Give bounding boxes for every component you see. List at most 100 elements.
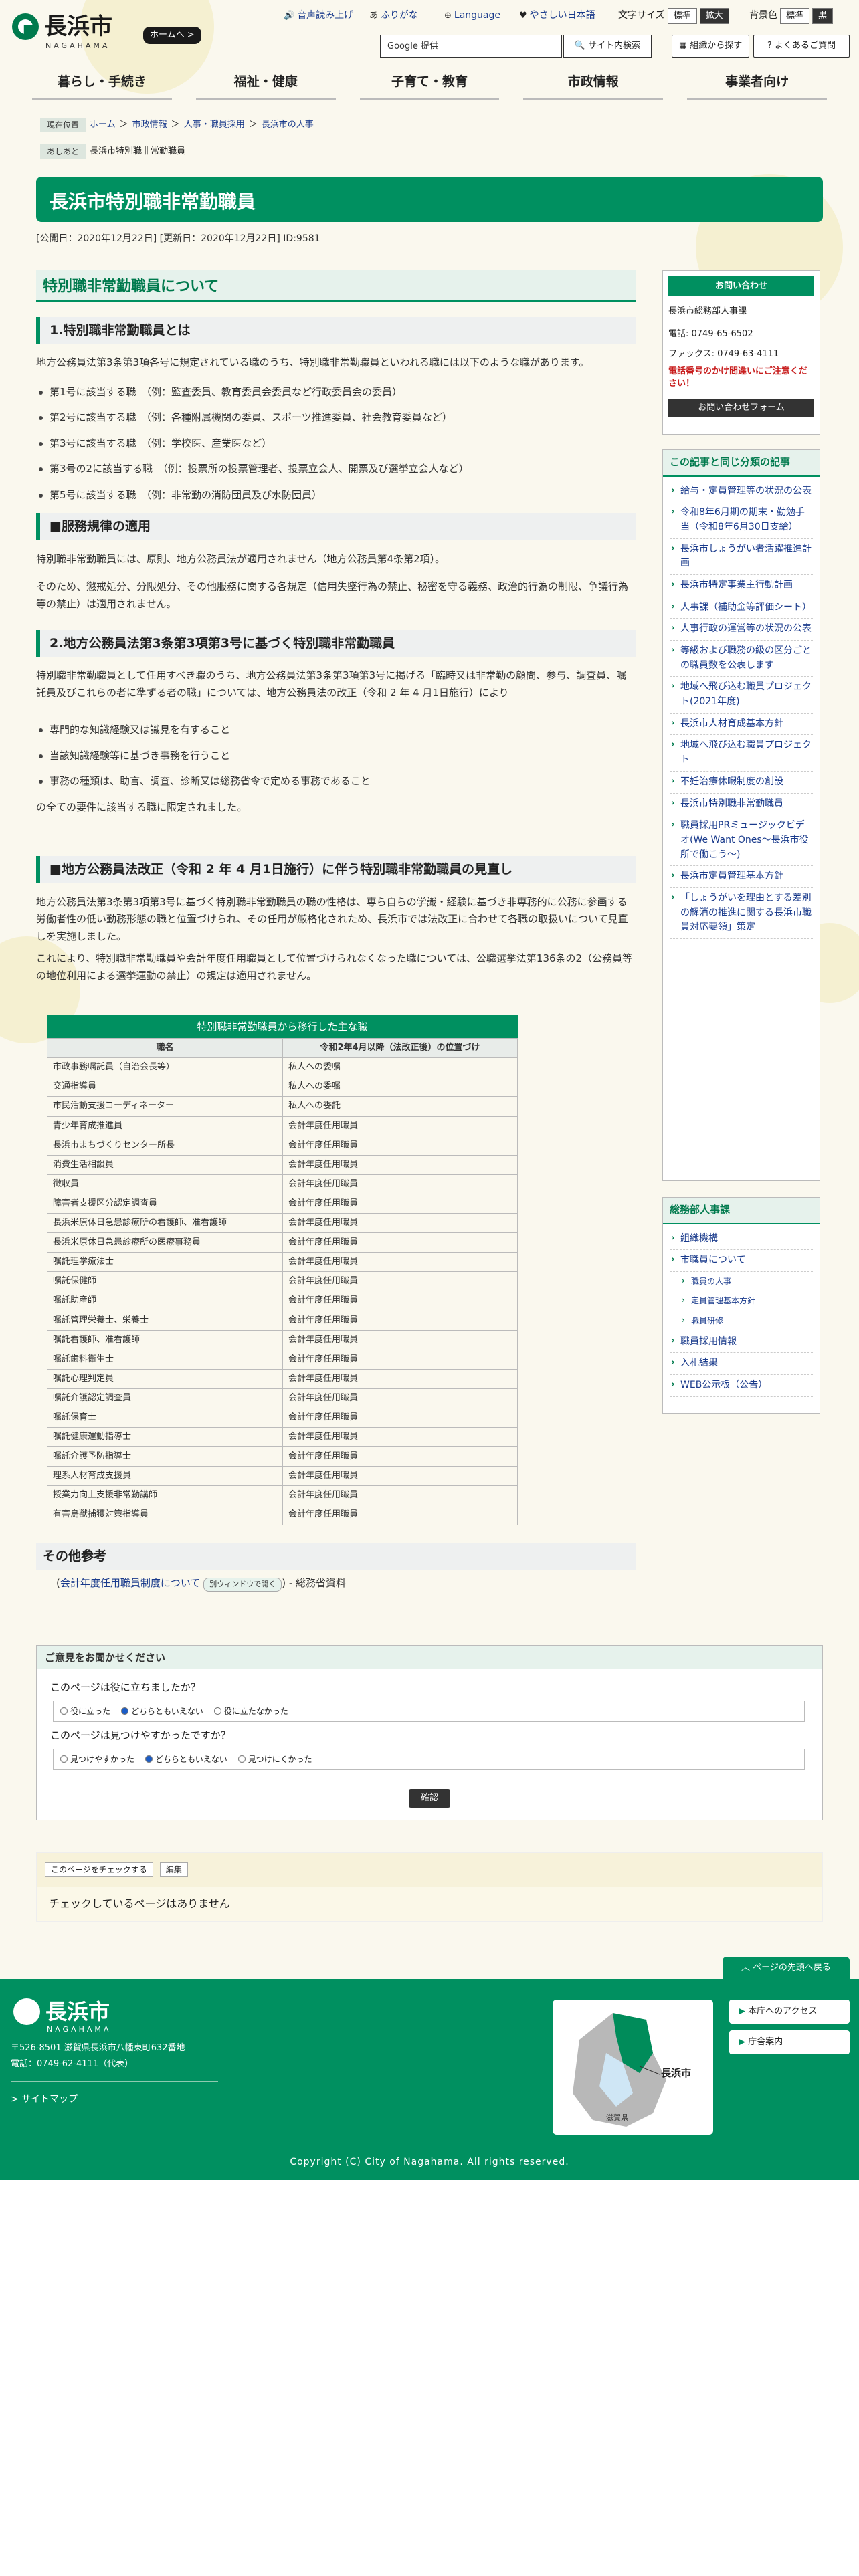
related-article[interactable]: 長浜市しょうがい者活躍推進計画 — [670, 539, 813, 575]
dept-link-label[interactable]: 職員研修 — [691, 1316, 723, 1325]
breadcrumb-personnel[interactable]: 人事・職員採用 — [184, 118, 245, 132]
dept-link-label[interactable]: 職員採用情報 — [680, 1336, 737, 1347]
font-standard-button[interactable]: 標準 — [667, 8, 697, 25]
dept-link[interactable]: WEB公示板（公告） — [670, 1375, 813, 1397]
org-search-button[interactable]: ▦ 組織から探す — [672, 35, 749, 58]
dept-link-label[interactable]: 市職員について — [680, 1255, 746, 1265]
paragraph: 地方公務員法第3条第3項第3号に基づく特別職非常勤職員の職の性格は、専ら自らの学… — [36, 895, 628, 942]
related-article[interactable]: 長浜市特定事業主行動計画 — [670, 575, 813, 597]
dept-link[interactable]: 組織機構 — [670, 1228, 813, 1251]
related-article-link[interactable]: 地域へ飛び込む職員プロジェクト(2021年度) — [680, 681, 812, 707]
bg-black-button[interactable]: 黒 — [812, 8, 834, 25]
easy-japanese-link[interactable]: ♥ やさしい日本語 — [519, 8, 595, 24]
gnav-item-citygov[interactable]: 市政情報 — [523, 67, 664, 100]
logo-subtitle: NAGAHAMA — [45, 41, 110, 50]
dept-link-label[interactable]: 組織機構 — [680, 1233, 718, 1244]
office-guide-button[interactable]: ▶ 庁舎案内 — [729, 2030, 850, 2054]
site-search-button[interactable]: 🔍 サイト内検索 — [563, 35, 652, 58]
dept-link[interactable]: 入札結果 — [670, 1353, 813, 1376]
related-article-link[interactable]: 給与・定員管理等の状況の公表 — [680, 486, 812, 496]
table-row: 市民活動支援コーディネーター 私人への委託 — [47, 1096, 518, 1117]
subsection-heading: ■服務規律の適用 — [36, 513, 636, 540]
related-article-link[interactable]: 職員採用PRミュージックビデオ(We Want Ones〜長浜市役所で働こう〜) — [680, 820, 809, 859]
related-article[interactable]: 長浜市定員管理基本方針 — [670, 866, 813, 888]
related-article[interactable]: 給与・定員管理等の状況の公表 — [670, 481, 813, 503]
globe-icon: ⊕ — [444, 10, 452, 21]
related-article-link[interactable]: 長浜市人材育成基本方針 — [680, 718, 783, 729]
furigana-link[interactable]: あふりがな — [369, 8, 418, 24]
related-article-link[interactable]: 人事行政の運営等の状況の公表 — [680, 623, 812, 634]
related-article-link[interactable]: 地域へ飛び込む職員プロジェクト — [680, 740, 812, 765]
breadcrumb-citygov[interactable]: 市政情報 — [132, 118, 167, 132]
gnav-item-business[interactable]: 事業者向け — [687, 67, 827, 100]
dept-link-label[interactable]: 定員管理基本方針 — [691, 1296, 755, 1305]
site-logo[interactable]: 長浜市 — [12, 13, 112, 40]
related-article[interactable]: 「しょうがいを理由とする差別の解消の推進に関する長浜市職員対応要領」策定 — [670, 888, 813, 939]
voice-reader-link[interactable]: 🔊 音声読み上げ — [284, 8, 353, 24]
related-article[interactable]: 等級および職務の級の区分ごとの職員数を公表します — [670, 641, 813, 677]
city-map: 長浜市 滋賀県 — [553, 2000, 713, 2135]
gnav-item-life[interactable]: 暮らし・手続き — [32, 67, 172, 100]
faq-button[interactable]: ? よくあるご質問 — [753, 35, 850, 58]
dept-sublink[interactable]: 定員管理基本方針 — [680, 1291, 813, 1312]
contact-form-button[interactable]: お問い合わせフォーム — [668, 398, 814, 417]
language-link[interactable]: ⊕ Language — [444, 8, 500, 24]
radio-useful[interactable]: 役に立った — [60, 1705, 110, 1718]
dept-sublink[interactable]: 職員の人事 — [680, 1272, 813, 1292]
dept-link[interactable]: 職員採用情報 — [670, 1331, 813, 1354]
related-article[interactable]: 人事課（補助金等評価シート） — [670, 597, 813, 619]
related-article-link[interactable]: 長浜市特別職非常勤職員 — [680, 798, 783, 809]
edit-button[interactable]: 編集 — [159, 1862, 188, 1878]
related-article[interactable]: 長浜市人材育成基本方針 — [670, 714, 813, 736]
radio-neutral[interactable]: どちらともいえない — [121, 1705, 203, 1718]
related-article-link[interactable]: 令和8年6月期の期末・勤勉手当（令和8年6月30日支給） — [680, 507, 805, 532]
sitemap-link[interactable]: > サイトマップ — [11, 2092, 78, 2108]
radio-neutral-2[interactable]: どちらともいえない — [145, 1753, 227, 1766]
gnav-item-welfare[interactable]: 福祉・健康 — [195, 67, 336, 100]
related-article[interactable]: 職員採用PRミュージックビデオ(We Want Ones〜長浜市役所で働こう〜) — [670, 815, 813, 867]
search-input[interactable]: Google 提供 — [380, 35, 562, 58]
access-button[interactable]: ▶ 本庁へのアクセス — [729, 2000, 850, 2024]
table-row: 障害者支援区分認定調査員 会計年度任用職員 — [47, 1193, 518, 1214]
related-article-link[interactable]: 長浜市しょうがい者活躍推進計画 — [680, 544, 812, 569]
radio-hard[interactable]: 見つけにくかった — [237, 1753, 312, 1766]
dept-link[interactable]: 市職員について — [670, 1250, 813, 1272]
bg-standard-button[interactable]: 標準 — [780, 8, 810, 25]
related-article[interactable]: 令和8年6月期の期末・勤勉手当（令和8年6月30日支給） — [670, 502, 813, 539]
check-page-button[interactable]: このページをチェックする — [45, 1862, 153, 1878]
reference-link[interactable]: 会計年度任用職員制度について — [60, 1577, 201, 1589]
furigana-label[interactable]: ふりがな — [381, 8, 418, 24]
related-article-link[interactable]: 等級および職務の級の区分ごとの職員数を公表します — [680, 645, 812, 671]
related-article-link[interactable]: 長浜市定員管理基本方針 — [680, 871, 783, 881]
easy-japanese-label[interactable]: やさしい日本語 — [530, 8, 595, 24]
radio-easy[interactable]: 見つけやすかった — [60, 1753, 134, 1766]
related-article-link[interactable]: 長浜市特定事業主行動計画 — [680, 580, 793, 591]
dept-link-label[interactable]: 入札結果 — [680, 1358, 718, 1368]
voice-reader-label[interactable]: 音声読み上げ — [297, 8, 353, 24]
status-cell: 会計年度任用職員 — [282, 1174, 518, 1194]
related-article-link[interactable]: 人事課（補助金等評価シート） — [680, 602, 812, 613]
related-article[interactable]: 不妊治療休暇制度の創設 — [670, 772, 813, 794]
dept-sublink[interactable]: 職員研修 — [680, 1311, 813, 1331]
dept-link-label[interactable]: WEB公示板（公告） — [680, 1380, 767, 1390]
radio-not-useful[interactable]: 役に立たなかった — [213, 1705, 288, 1718]
breadcrumb-home[interactable]: ホーム — [90, 118, 116, 132]
breadcrumb-hr[interactable]: 長浜市の人事 — [262, 118, 314, 132]
gnav-item-childcare[interactable]: 子育て・教育 — [359, 67, 500, 100]
related-article-link[interactable]: 「しょうがいを理由とする差別の解消の推進に関する長浜市職員対応要領」策定 — [680, 893, 812, 932]
footer-logo: 長浜市 — [13, 1998, 110, 2025]
dept-link-label[interactable]: 職員の人事 — [691, 1277, 731, 1286]
related-article[interactable]: 人事行政の運営等の状況の公表 — [670, 619, 813, 641]
paragraph: これにより、特別職非常勤職員や会計年度任用職員として位置づけられなくなった職につ… — [36, 952, 633, 982]
submit-button[interactable]: 確認 — [409, 1789, 450, 1808]
back-to-top-button[interactable]: ︿ ページの先頭へ戻る — [723, 1957, 850, 1979]
related-article-link[interactable]: 不妊治療休暇制度の創設 — [680, 776, 783, 787]
home-button[interactable]: ホームへ > — [143, 27, 201, 45]
status-cell: 会計年度任用職員 — [282, 1115, 518, 1136]
font-large-button[interactable]: 拡大 — [699, 8, 729, 25]
related-title: この記事と同じ分類の記事 — [663, 450, 820, 477]
related-article[interactable]: 地域へ飛び込む職員プロジェクト(2021年度) — [670, 677, 813, 714]
related-article[interactable]: 長浜市特別職非常勤職員 — [670, 794, 813, 816]
related-article[interactable]: 地域へ飛び込む職員プロジェクト — [670, 735, 813, 772]
language-label[interactable]: Language — [454, 8, 500, 24]
